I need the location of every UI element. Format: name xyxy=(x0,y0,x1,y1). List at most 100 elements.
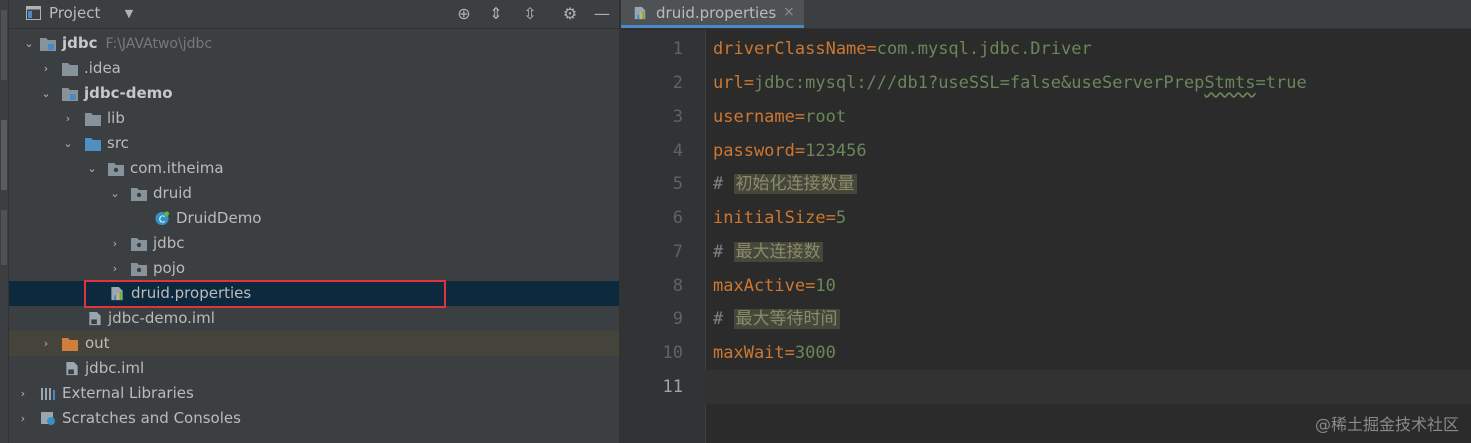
chevron-down-icon[interactable]: ▼ xyxy=(119,4,139,24)
tree-item-label: .idea xyxy=(84,59,121,77)
tree-item-jdbc-package[interactable]: › jdbc xyxy=(9,231,619,256)
tree-item-druiddemo[interactable]: C DruidDemo xyxy=(9,206,619,231)
property-value: 3000 xyxy=(794,343,836,363)
code-line[interactable]: password=123456 xyxy=(713,134,867,168)
tree-item-label: pojo xyxy=(153,259,186,277)
comment-prefix: # xyxy=(713,174,724,194)
expanded-arrow-icon[interactable]: ⌄ xyxy=(108,181,122,206)
tab-druid-properties[interactable]: druid.properties × xyxy=(621,0,804,28)
tree-item-label: src xyxy=(107,134,129,152)
tree-item-label: External Libraries xyxy=(62,384,194,402)
code-line[interactable]: initialSize=5 xyxy=(713,201,846,235)
learn-tab[interactable] xyxy=(1,210,7,265)
expanded-arrow-icon[interactable]: ⌄ xyxy=(39,81,53,106)
property-value: 10 xyxy=(815,276,836,296)
property-value: root xyxy=(805,107,847,127)
scratches-icon xyxy=(41,412,55,425)
tree-item-com-itheima[interactable]: ⌄ com.itheima xyxy=(9,156,619,181)
property-key: username xyxy=(713,107,795,127)
gear-icon[interactable]: ⚙ xyxy=(560,4,580,24)
expanded-arrow-icon[interactable]: ⌄ xyxy=(85,156,99,181)
collapsed-arrow-icon[interactable]: › xyxy=(108,256,122,281)
code-line[interactable]: username=root xyxy=(713,100,846,134)
folder-icon xyxy=(85,113,101,126)
tree-item-jdbc-iml[interactable]: jdbc.iml xyxy=(9,356,619,381)
tree-item-idea[interactable]: › .idea xyxy=(9,56,619,81)
tree-item-label: jdbc.iml xyxy=(85,359,145,377)
property-value: 123456 xyxy=(805,141,867,161)
tree-item-label: lib xyxy=(107,109,125,127)
tree-item-label: jdbc xyxy=(153,234,185,252)
tree-item-scratches[interactable]: › Scratches and Consoles xyxy=(9,406,619,431)
tree-item-label: com.itheima xyxy=(130,159,224,177)
property-value: 5 xyxy=(835,208,847,228)
line-number: 10 xyxy=(662,343,683,363)
code-line[interactable]: # 最大连接数 xyxy=(713,235,823,269)
tree-item-label: DruidDemo xyxy=(176,209,262,227)
project-tab[interactable] xyxy=(1,120,7,190)
line-number: 7 xyxy=(672,242,683,262)
db-browser-tab[interactable] xyxy=(1,10,7,80)
property-value: =true xyxy=(1255,73,1307,93)
hide-icon[interactable]: — xyxy=(592,4,612,24)
editor-tab-bar: druid.properties × xyxy=(621,0,1471,29)
tree-item-src[interactable]: ⌄ src xyxy=(9,131,619,156)
tree-item-pojo[interactable]: › pojo xyxy=(9,256,619,281)
project-panel: Project ▼ ⊕ ⇕ ⇳ ⚙ — ⌄ jdbc F:\JAVAtwo\jdb… xyxy=(9,0,619,443)
tree-item-label: jdbc-demo xyxy=(84,84,173,102)
tree-item-label: druid xyxy=(153,184,192,202)
tree-item-druid-package[interactable]: ⌄ druid xyxy=(9,181,619,206)
editor-area[interactable]: druid.properties × 1 2 3 4 5 6 7 8 9 10 … xyxy=(621,0,1471,443)
package-icon xyxy=(131,263,147,276)
tree-item-external-libraries[interactable]: › External Libraries xyxy=(9,381,619,406)
line-number: 8 xyxy=(672,276,683,296)
property-key: driverClassName xyxy=(713,39,867,59)
package-icon xyxy=(131,238,147,251)
collapsed-arrow-icon[interactable]: › xyxy=(39,331,53,356)
code-line[interactable]: maxWait=3000 xyxy=(713,336,836,370)
code-line-current[interactable] xyxy=(705,370,1471,404)
line-number: 4 xyxy=(672,141,683,161)
code-line[interactable]: # 最大等待时间 xyxy=(713,302,840,336)
tree-item-jdbc[interactable]: ⌄ jdbc F:\JAVAtwo\jdbc xyxy=(9,31,619,56)
svg-text:C: C xyxy=(159,214,166,225)
expand-all-icon[interactable]: ⇕ xyxy=(486,4,506,24)
module-folder-icon xyxy=(40,38,56,51)
locate-icon[interactable]: ⊕ xyxy=(454,4,474,24)
tree-item-jdbc-demo[interactable]: ⌄ jdbc-demo xyxy=(9,81,619,106)
expanded-arrow-icon[interactable]: ⌄ xyxy=(22,31,36,56)
close-icon[interactable]: × xyxy=(783,4,795,20)
project-view-icon xyxy=(26,6,41,20)
module-folder-icon xyxy=(62,88,78,101)
line-number-gutter: 1 2 3 4 5 6 7 8 9 10 11 xyxy=(621,30,706,443)
collapsed-arrow-icon[interactable]: › xyxy=(108,231,122,256)
code-line[interactable]: maxActive=10 xyxy=(713,269,836,303)
expanded-arrow-icon[interactable]: ⌄ xyxy=(61,131,75,156)
package-icon xyxy=(131,188,147,201)
tree-item-lib[interactable]: › lib xyxy=(9,106,619,131)
comment-prefix: # xyxy=(713,242,724,262)
tree-item-jdbc-demo-iml[interactable]: jdbc-demo.iml xyxy=(9,306,619,331)
line-number: 5 xyxy=(672,174,683,194)
libraries-icon xyxy=(41,388,55,400)
comment-text: 最大连接数 xyxy=(733,242,823,262)
code-line[interactable]: driverClassName=com.mysql.jdbc.Driver xyxy=(713,32,1092,66)
line-number-current: 11 xyxy=(662,377,683,397)
collapsed-arrow-icon[interactable]: › xyxy=(61,106,75,131)
package-icon xyxy=(108,163,124,176)
tree-item-label: jdbc xyxy=(62,34,98,52)
collapsed-arrow-icon[interactable]: › xyxy=(39,56,53,81)
collapse-all-icon[interactable]: ⇳ xyxy=(520,4,540,24)
iml-file-icon xyxy=(66,361,78,376)
java-class-icon: C xyxy=(155,211,170,225)
collapsed-arrow-icon[interactable]: › xyxy=(16,406,30,431)
property-value: com.mysql.jdbc.Driver xyxy=(876,39,1092,59)
code-line[interactable]: # 初始化连接数量 xyxy=(713,167,857,201)
tree-item-label: out xyxy=(85,334,110,352)
tool-window-strip[interactable] xyxy=(0,0,9,443)
project-panel-title[interactable]: Project xyxy=(49,4,100,22)
collapsed-arrow-icon[interactable]: › xyxy=(16,381,30,406)
tree-item-out[interactable]: › out xyxy=(9,331,619,356)
code-line[interactable]: url=jdbc:mysql:///db1?useSSL=false&useSe… xyxy=(713,66,1307,100)
source-folder-icon xyxy=(85,138,101,151)
